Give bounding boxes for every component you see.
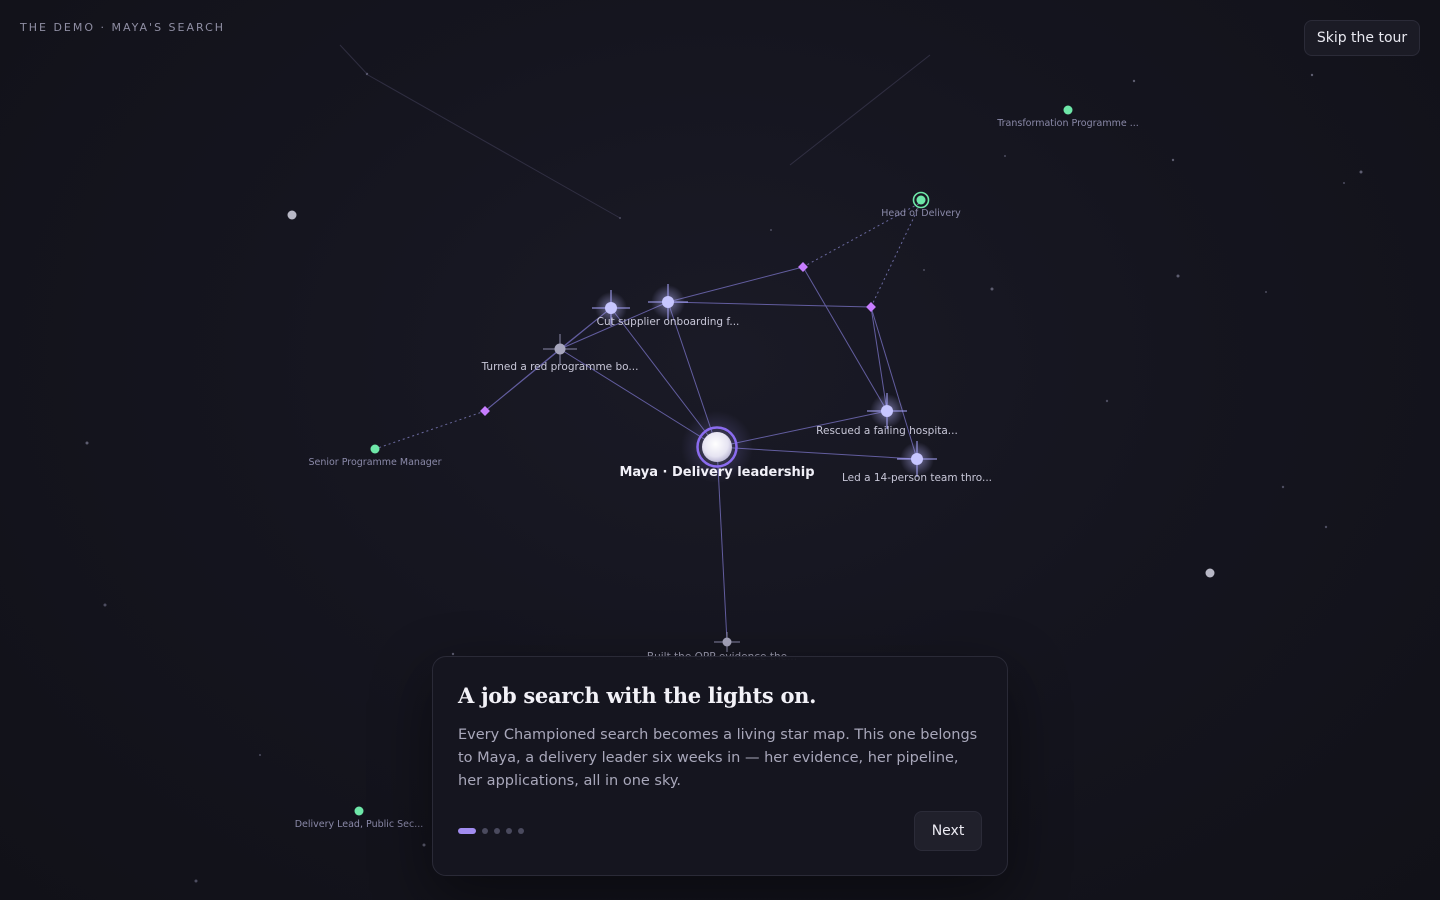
evidence-label: Turned a red programme bo... bbox=[481, 361, 639, 373]
role-dot[interactable] bbox=[1063, 105, 1073, 115]
progress-dot bbox=[506, 828, 512, 834]
background-star bbox=[1281, 485, 1285, 489]
evidence-label: Rescued a failing hospita... bbox=[816, 425, 958, 437]
edge bbox=[484, 307, 612, 412]
role-label: Senior Programme Manager bbox=[308, 457, 441, 468]
tour-card-footer: Next bbox=[458, 811, 982, 851]
background-star bbox=[287, 210, 297, 220]
background-star bbox=[1343, 182, 1345, 184]
demo-brand-label: THE DEMO · MAYA'S SEARCH bbox=[20, 21, 226, 34]
faint-constellation bbox=[339, 44, 931, 219]
tour-card: A job search with the lights on. Every C… bbox=[432, 656, 1008, 876]
next-button[interactable]: Next bbox=[914, 811, 982, 851]
center-node-core bbox=[702, 432, 732, 462]
role-link bbox=[374, 410, 486, 450]
evidence-label: Cut supplier onboarding f... bbox=[597, 316, 740, 328]
application-diamond[interactable] bbox=[798, 262, 808, 272]
progress-dot-active bbox=[458, 828, 476, 834]
application-diamonds bbox=[480, 262, 876, 416]
skip-tour-button[interactable]: Skip the tour bbox=[1304, 20, 1420, 56]
background-star bbox=[1310, 73, 1314, 77]
edge bbox=[667, 266, 804, 303]
evidence-star[interactable] bbox=[867, 393, 907, 429]
background-star bbox=[1359, 170, 1363, 174]
background-star bbox=[1265, 291, 1267, 293]
tour-card-body: Every Championed search becomes a living… bbox=[458, 727, 978, 789]
faint-line bbox=[367, 74, 621, 219]
tour-card-title: A job search with the lights on. bbox=[458, 683, 817, 708]
background-star bbox=[259, 754, 261, 756]
evidence-label: Led a 14-person team thro... bbox=[842, 472, 992, 484]
background-star bbox=[923, 269, 925, 271]
edge bbox=[667, 301, 872, 308]
background-star bbox=[1176, 274, 1180, 278]
background-star bbox=[1324, 525, 1328, 529]
progress-dot bbox=[494, 828, 500, 834]
background-star bbox=[1132, 79, 1136, 83]
application-diamond[interactable] bbox=[866, 302, 876, 312]
role-dot[interactable] bbox=[354, 806, 364, 816]
background-star bbox=[194, 879, 198, 883]
background-star bbox=[85, 441, 89, 445]
center-node-label: Maya · Delivery leadership bbox=[619, 465, 814, 480]
background-star bbox=[1004, 155, 1006, 157]
progress-dot bbox=[482, 828, 488, 834]
background-star bbox=[103, 603, 107, 607]
role-dot[interactable] bbox=[370, 444, 380, 454]
background-star bbox=[1205, 568, 1215, 578]
faint-line bbox=[339, 44, 369, 76]
background-star bbox=[1105, 399, 1109, 403]
background-star bbox=[770, 229, 772, 231]
role-label: Head of Delivery bbox=[881, 208, 961, 219]
background-star bbox=[422, 843, 426, 847]
tour-progress-dots bbox=[458, 828, 524, 834]
evidence-star[interactable] bbox=[648, 284, 688, 320]
role-dot[interactable] bbox=[916, 195, 926, 205]
role-link bbox=[870, 214, 916, 308]
star-map-stage: Maya · Delivery leadership Cut supplier … bbox=[0, 0, 1440, 900]
background-star bbox=[990, 287, 994, 291]
role-label: Transformation Programme ... bbox=[996, 118, 1139, 129]
faint-line bbox=[789, 54, 931, 166]
background-star bbox=[1171, 158, 1175, 162]
edge bbox=[802, 266, 888, 412]
evidence-star[interactable] bbox=[714, 632, 740, 652]
background-star bbox=[451, 652, 455, 656]
progress-dot bbox=[518, 828, 524, 834]
role-label: Delivery Lead, Public Sec... bbox=[295, 819, 424, 830]
